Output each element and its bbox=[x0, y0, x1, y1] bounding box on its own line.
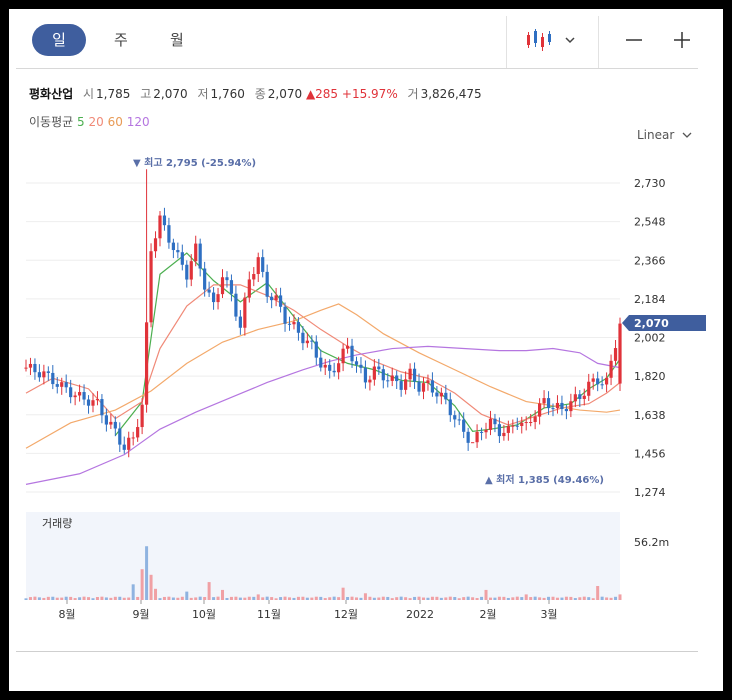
ma-label: 이동평균 bbox=[29, 115, 74, 129]
high-label: 고 bbox=[140, 87, 152, 101]
low-value: 1,760 bbox=[210, 87, 245, 101]
zoom-out-button[interactable] bbox=[614, 20, 654, 60]
ma60-label[interactable]: 60 bbox=[108, 115, 123, 129]
chevron-down-icon bbox=[682, 132, 692, 138]
tab-week[interactable]: 주 bbox=[114, 24, 128, 56]
volume-label: 거 bbox=[407, 87, 419, 101]
panel-bottom-border bbox=[16, 651, 698, 652]
chart-type-button[interactable] bbox=[516, 20, 586, 60]
close-value: 2,070 bbox=[267, 87, 303, 101]
tab-month[interactable]: 월 bbox=[170, 24, 184, 56]
ma120-label[interactable]: 120 bbox=[127, 115, 150, 129]
chevron-down-icon bbox=[565, 37, 575, 44]
tab-day[interactable]: 일 bbox=[32, 24, 86, 56]
minus-icon bbox=[626, 39, 642, 41]
change-value: ▲285 bbox=[305, 87, 339, 101]
scale-label: Linear bbox=[637, 128, 675, 142]
divider bbox=[598, 16, 599, 68]
moving-average-legend: 이동평균 5 20 60 120 bbox=[29, 113, 150, 130]
open-label: 시 bbox=[83, 87, 95, 101]
zoom-in-button[interactable] bbox=[662, 20, 702, 60]
plus-icon bbox=[674, 32, 690, 48]
stock-name: 평화산업 bbox=[29, 87, 74, 101]
chart-panel bbox=[9, 9, 723, 691]
scale-selector[interactable]: Linear bbox=[637, 128, 692, 142]
close-label: 종 bbox=[254, 87, 266, 101]
change-percent: +15.97% bbox=[341, 87, 398, 101]
open-value: 1,785 bbox=[96, 87, 131, 101]
low-label: 저 bbox=[197, 87, 209, 101]
candlestick-icon bbox=[527, 29, 551, 51]
divider bbox=[506, 16, 507, 68]
ma20-label[interactable]: 20 bbox=[88, 115, 103, 129]
high-value: 2,070 bbox=[153, 87, 188, 101]
price-summary: 평화산업 시 1,785 고 2,070 저 1,760 종 2,070 ▲285 +1… bbox=[29, 85, 482, 102]
ma5-label[interactable]: 5 bbox=[77, 115, 85, 129]
volume-value: 3,826,475 bbox=[420, 87, 482, 101]
period-toolbar: 일 주 월 bbox=[16, 16, 698, 69]
